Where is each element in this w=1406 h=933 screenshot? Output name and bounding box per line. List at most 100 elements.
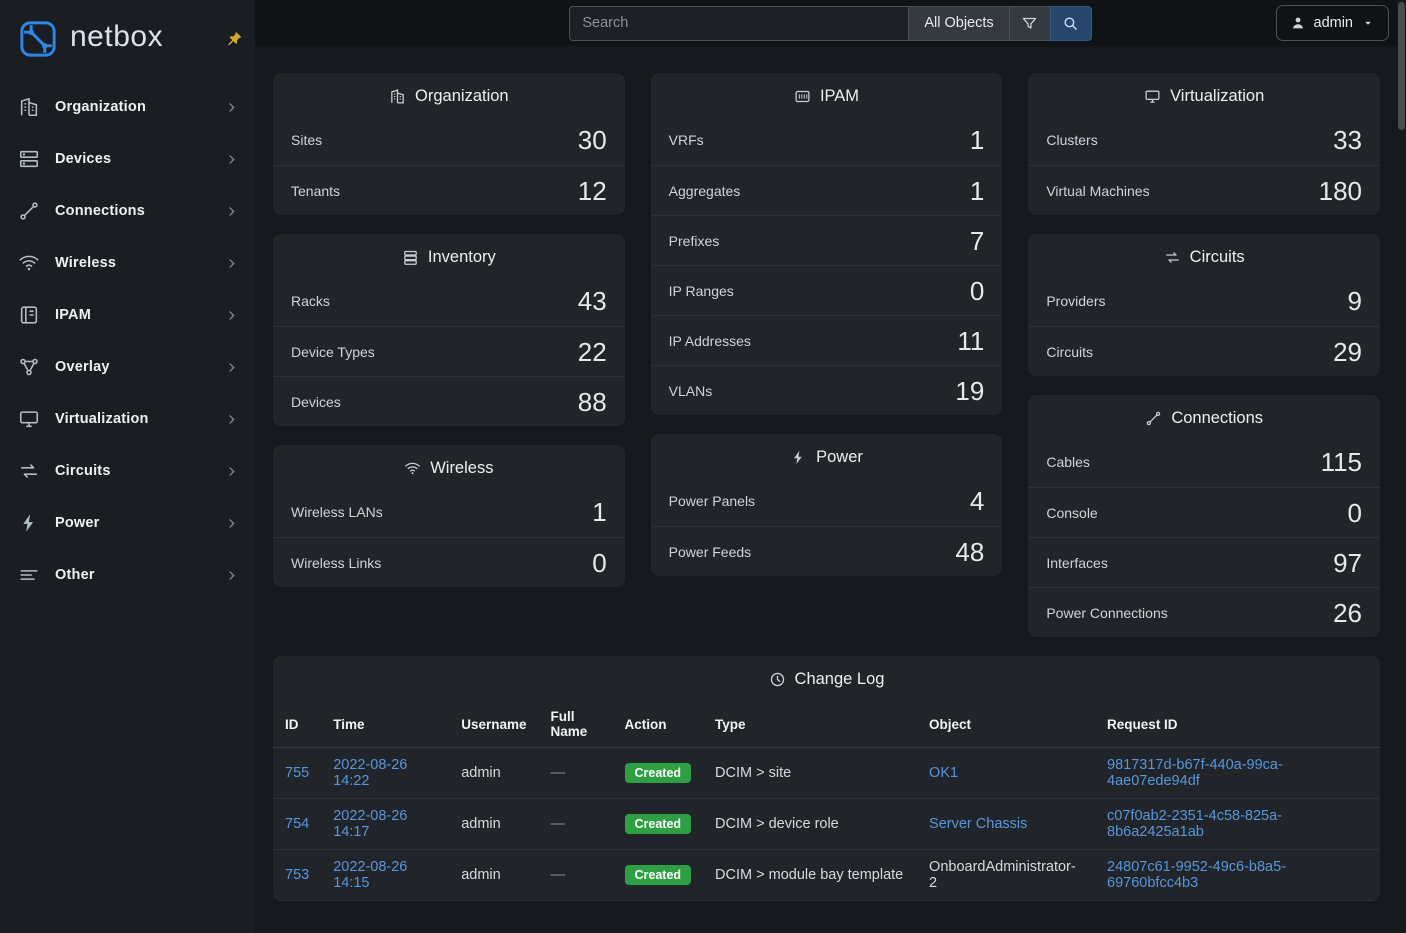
stat-value-link[interactable]: 30 (578, 127, 607, 153)
changelog-id-link[interactable]: 754 (285, 816, 309, 832)
sidebar-item-virtualization[interactable]: Virtualization (0, 393, 255, 445)
changelog-time-link[interactable]: 2022-08-26 14:22 (333, 757, 407, 789)
changelog-request-id-link[interactable]: 9817317d-b67f-440a-99ca-4ae07ede94df (1107, 757, 1283, 789)
sidebar-item-wireless[interactable]: Wireless (0, 237, 255, 289)
filter-button[interactable] (1009, 6, 1051, 41)
power-card: Power Power Panels 4 Power Feeds 48 (651, 434, 1003, 576)
scrollbar-thumb[interactable] (1398, 2, 1405, 130)
changelog-request-id-link[interactable]: c07f0ab2-2351-4c58-825a-8b6a2425a1ab (1107, 808, 1282, 840)
stat-value-link[interactable]: 29 (1333, 339, 1362, 365)
search-bar: All Objects (569, 6, 1091, 41)
stat-row: Console 0 (1028, 487, 1380, 537)
history-icon (769, 671, 786, 688)
card-title: IPAM (820, 87, 859, 106)
card-header: Circuits (1028, 234, 1380, 276)
building-icon (389, 88, 406, 105)
stat-row: Racks 43 (273, 276, 625, 326)
stat-value-link[interactable]: 22 (578, 339, 607, 365)
sidebar-item-organization[interactable]: Organization (0, 81, 255, 133)
organization-card: Organization Sites 30 Tenants 12 (273, 73, 625, 215)
search-input[interactable] (569, 6, 909, 41)
stat-row: IP Addresses 11 (651, 315, 1003, 365)
chevron-right-icon (224, 204, 239, 219)
stat-value-link[interactable]: 19 (955, 378, 984, 404)
page-scrollbar[interactable] (1397, 0, 1406, 933)
changelog-object-link[interactable]: OK1 (929, 765, 958, 781)
brand[interactable]: netbox (0, 0, 255, 77)
changelog-username: admin (461, 867, 501, 883)
sidebar-item-label: Other (55, 567, 209, 583)
card-title: Wireless (430, 459, 493, 478)
stat-value-link[interactable]: 11 (957, 328, 984, 354)
sidebar-item-connections[interactable]: Connections (0, 185, 255, 237)
stat-value-link[interactable]: 0 (1348, 500, 1362, 526)
changelog-id-link[interactable]: 755 (285, 765, 309, 781)
card-title: Virtualization (1170, 87, 1264, 106)
changelog-request-id-link[interactable]: 24807c61-9952-49c6-b8a5-69760bfcc4b3 (1107, 859, 1286, 891)
status-badge: Created (625, 814, 692, 835)
sidebar-item-label: Circuits (55, 463, 209, 479)
sidebar-item-label: Power (55, 515, 209, 531)
stat-row: Prefixes 7 (651, 215, 1003, 265)
stat-value-link[interactable]: 26 (1333, 600, 1362, 626)
sidebar-item-overlay[interactable]: Overlay (0, 341, 255, 393)
card-title: Change Log (795, 670, 885, 689)
stat-value-link[interactable]: 0 (970, 278, 984, 304)
changelog-time-link[interactable]: 2022-08-26 14:15 (333, 859, 407, 891)
search-icon (1062, 15, 1079, 32)
card-title: Inventory (428, 248, 496, 267)
user-menu-button[interactable]: admin (1276, 5, 1390, 41)
card-header: Wireless (273, 445, 625, 487)
power-icon (790, 449, 807, 466)
changelog-time-link[interactable]: 2022-08-26 14:17 (333, 808, 407, 840)
sidebar-item-other[interactable]: Other (0, 549, 255, 601)
search-scope-button[interactable]: All Objects (908, 6, 1009, 41)
stat-value-link[interactable]: 180 (1319, 178, 1362, 204)
wireless-icon (18, 252, 40, 274)
stat-value-link[interactable]: 97 (1333, 550, 1362, 576)
stat-value-link[interactable]: 48 (955, 539, 984, 565)
changelog-id-link[interactable]: 753 (285, 867, 309, 883)
stat-value-link[interactable]: 0 (592, 550, 606, 576)
stat-value-link[interactable]: 33 (1333, 127, 1362, 153)
stat-row: Device Types 22 (273, 326, 625, 376)
sidebar-item-label: Virtualization (55, 411, 209, 427)
stat-value-link[interactable]: 1 (592, 499, 606, 525)
card-title: Power (816, 448, 863, 467)
stat-value-link[interactable]: 1 (970, 127, 984, 153)
stat-row: Devices 88 (273, 376, 625, 426)
table-row: 755 2022-08-26 14:22 admin — Created DCI… (273, 748, 1380, 799)
cable-icon (1145, 410, 1162, 427)
chevron-right-icon (224, 308, 239, 323)
changelog-card: Change Log ID Time Username Full Name Ac… (273, 656, 1380, 901)
sidebar-item-power[interactable]: Power (0, 497, 255, 549)
stat-value-link[interactable]: 4 (970, 488, 984, 514)
card-header: Power (651, 434, 1003, 476)
stat-value-link[interactable]: 7 (970, 228, 984, 254)
user-name: admin (1314, 15, 1354, 31)
pin-sidebar-icon[interactable] (226, 30, 243, 47)
card-title: Circuits (1190, 248, 1245, 267)
sidebar-item-label: Wireless (55, 255, 209, 271)
sidebar-item-circuits[interactable]: Circuits (0, 445, 255, 497)
stat-value-link[interactable]: 1 (970, 178, 984, 204)
sidebar-item-ipam[interactable]: IPAM (0, 289, 255, 341)
ipam-card: IPAM VRFs 1 Aggregates 1 Prefixes 7 (651, 73, 1003, 415)
search-submit-button[interactable] (1050, 6, 1092, 41)
sidebar-item-label: Devices (55, 151, 209, 167)
sidebar-item-devices[interactable]: Devices (0, 133, 255, 185)
table-row: 754 2022-08-26 14:17 admin — Created DCI… (273, 799, 1380, 850)
stat-value-link[interactable]: 9 (1348, 288, 1362, 314)
stat-row: Circuits 29 (1028, 326, 1380, 376)
stat-row: Cables 115 (1028, 437, 1380, 487)
changelog-object-link[interactable]: Server Chassis (929, 816, 1027, 832)
changelog-fullname: — (551, 765, 566, 781)
stat-value-link[interactable]: 43 (578, 288, 607, 314)
stat-value-link[interactable]: 115 (1321, 449, 1362, 475)
dashboard: Organization Sites 30 Tenants 12 (255, 46, 1406, 933)
stat-value-link[interactable]: 88 (578, 389, 607, 415)
circuits-icon (1164, 249, 1181, 266)
stat-value-link[interactable]: 12 (578, 178, 607, 204)
column-header: Request ID (1095, 701, 1380, 748)
chevron-right-icon (224, 100, 239, 115)
